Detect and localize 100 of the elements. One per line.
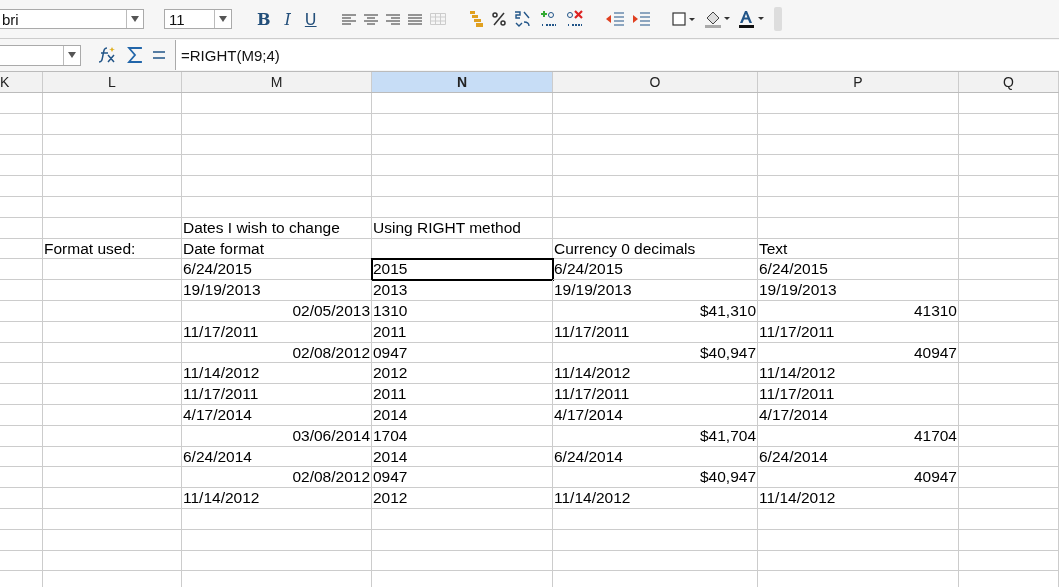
- table-cell: 40947: [758, 467, 959, 489]
- table-cell: 6/24/2015: [758, 259, 959, 281]
- column-header[interactable]: K: [0, 72, 43, 92]
- align-center-icon[interactable]: [363, 13, 378, 25]
- table-cell: 11/14/2012: [758, 488, 959, 509]
- sum-icon[interactable]: [127, 47, 143, 63]
- table-cell: 1704: [372, 425, 553, 447]
- table-cell: Using RIGHT method: [372, 217, 553, 239]
- align-left-icon[interactable]: [341, 13, 356, 25]
- table-cell: 2012: [372, 488, 553, 509]
- delete-decimal-icon[interactable]: [565, 10, 584, 28]
- table-cell: 19/19/2013: [758, 280, 959, 301]
- table-cell: 11/17/2011: [182, 321, 372, 343]
- table-cell: [0, 550, 43, 572]
- column-header[interactable]: M: [182, 72, 372, 92]
- table-cell: 11/17/2011: [758, 384, 959, 405]
- decrease-indent-icon[interactable]: [605, 12, 624, 26]
- table-cell: $41,704: [553, 425, 758, 447]
- table-cell: 11/14/2012: [553, 363, 758, 385]
- table-cell: 2013: [372, 280, 553, 301]
- table-cell: 2014: [372, 446, 553, 468]
- table-cell: [0, 134, 43, 156]
- table-cell: 11/14/2012: [182, 488, 372, 509]
- table-cell: 03/06/2014: [182, 425, 372, 447]
- name-box[interactable]: [0, 44, 81, 66]
- table-cell: [0, 467, 43, 489]
- formula-input[interactable]: =RIGHT(M9;4): [175, 40, 1059, 70]
- table-cell: 1310: [372, 300, 553, 322]
- table-cell: 19/19/2013: [182, 280, 372, 301]
- table-cell: $40,947: [553, 467, 758, 489]
- table-cell: [0, 113, 43, 135]
- column-header[interactable]: N: [372, 72, 553, 92]
- percent-icon[interactable]: [491, 12, 506, 26]
- font-size-combo[interactable]: 11: [164, 9, 232, 29]
- bold-button[interactable]: B: [254, 9, 274, 29]
- column-header[interactable]: L: [43, 72, 182, 92]
- font-color-icon[interactable]: [737, 10, 764, 28]
- increase-indent-icon[interactable]: [631, 12, 650, 26]
- table-cell: [0, 404, 43, 426]
- table-cell: 2011: [372, 384, 553, 405]
- caret-icon: [131, 16, 139, 22]
- caret-icon: [68, 52, 76, 58]
- justify-icon[interactable]: [407, 13, 422, 25]
- table-cell: [0, 529, 43, 551]
- table-cell: 2012: [372, 363, 553, 385]
- table-cell: [0, 300, 43, 322]
- column-header[interactable]: Q: [959, 72, 1059, 92]
- table-cell: 6/24/2014: [182, 446, 372, 468]
- table-cell: 4/17/2014: [553, 404, 758, 426]
- currency-percent-icon[interactable]: [513, 10, 532, 28]
- table-cell: Date format: [182, 238, 372, 260]
- table-cell: $41,310: [553, 300, 758, 322]
- table-cell: [0, 93, 43, 114]
- table-cell: [0, 197, 43, 218]
- table-cell: [0, 508, 43, 530]
- table-cell: 02/08/2012: [182, 342, 372, 364]
- table-cell: Dates I wish to change: [182, 217, 372, 239]
- table-cell: [0, 446, 43, 468]
- table-cell: [0, 342, 43, 364]
- function-wizard-icon[interactable]: [99, 47, 117, 63]
- table-cell: 6/24/2015: [182, 259, 372, 281]
- table-cell: [0, 259, 43, 281]
- table-cell: 41704: [758, 425, 959, 447]
- table-cell: [0, 155, 43, 177]
- table-cell: 4/17/2014: [758, 404, 959, 426]
- table-cell: [0, 176, 43, 197]
- table-cell: 11/17/2011: [553, 384, 758, 405]
- table-cell: 02/08/2012: [182, 467, 372, 489]
- caret-icon: [219, 16, 227, 22]
- italic-button[interactable]: I: [281, 9, 294, 29]
- table-cell: 6/24/2015: [553, 259, 758, 281]
- table-cell: [0, 384, 43, 405]
- merge-cells-icon[interactable]: [429, 13, 446, 25]
- coins-icon[interactable]: [467, 11, 484, 27]
- table-cell: 11/17/2011: [758, 321, 959, 343]
- table-cell: [0, 488, 43, 509]
- paint-bucket-icon[interactable]: [703, 10, 730, 28]
- table-cell: 11/14/2012: [553, 488, 758, 509]
- column-header[interactable]: P: [758, 72, 959, 92]
- table-cell: [0, 363, 43, 385]
- table-cell: $40,947: [553, 342, 758, 364]
- table-cell: [0, 321, 43, 343]
- table-cell: 19/19/2013: [553, 280, 758, 301]
- table-cell: 6/24/2014: [758, 446, 959, 468]
- table-cell: 2015: [372, 259, 553, 281]
- table-cell: 11/14/2012: [758, 363, 959, 385]
- table-cell: 4/17/2014: [182, 404, 372, 426]
- table-cell: [0, 217, 43, 239]
- table-cell: 6/24/2014: [553, 446, 758, 468]
- column-header[interactable]: O: [553, 72, 758, 92]
- table-cell: Text: [758, 238, 959, 260]
- table-cell: [0, 280, 43, 301]
- equals-icon[interactable]: [153, 51, 165, 59]
- table-cell: Format used:: [43, 238, 182, 260]
- borders-icon[interactable]: [671, 12, 696, 26]
- font-name-combo[interactable]: bri: [0, 9, 144, 29]
- align-right-icon[interactable]: [385, 13, 400, 25]
- add-decimal-icon[interactable]: [539, 10, 558, 28]
- underline-button[interactable]: U: [301, 9, 320, 29]
- table-cell: 0947: [372, 342, 553, 364]
